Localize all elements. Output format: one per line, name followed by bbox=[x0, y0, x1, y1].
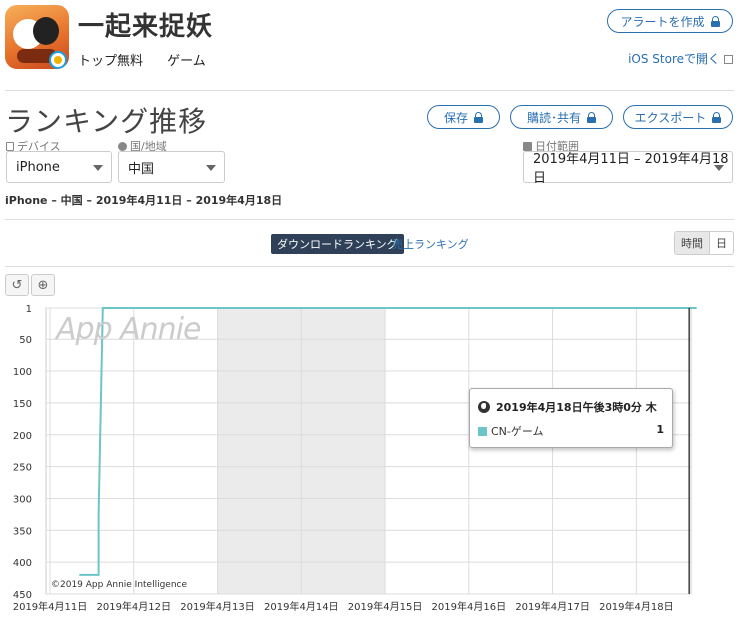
x-tick-label: 2019年4月11日 bbox=[13, 600, 88, 613]
subscribe-share-button[interactable]: 購読･共有 bbox=[510, 105, 613, 129]
x-tick-label: 2019年4月13日 bbox=[180, 600, 255, 613]
y-tick-label: 150 bbox=[13, 399, 32, 410]
app-icon bbox=[5, 5, 69, 69]
watermark: App Annie bbox=[56, 312, 201, 347]
x-tick-label: 2019年4月18日 bbox=[599, 600, 674, 613]
series-swatch bbox=[478, 426, 487, 436]
device-select[interactable]: iPhone bbox=[6, 151, 112, 183]
section-title: ランキング推移 bbox=[5, 105, 208, 138]
x-tick-label: 2019年4月14日 bbox=[264, 600, 339, 613]
device-icon bbox=[6, 141, 14, 151]
granularity-hour-button[interactable]: 時間 bbox=[675, 232, 710, 254]
y-tick-label: 400 bbox=[13, 558, 32, 569]
granularity-toggle: 時間 日 bbox=[674, 231, 734, 255]
filter-summary: iPhone – 中国 – 2019年4月11日 – 2019年4月18日 bbox=[5, 194, 283, 207]
lock-icon bbox=[712, 111, 722, 123]
save-button[interactable]: 保存 bbox=[427, 105, 500, 129]
y-tick-label: 350 bbox=[13, 526, 32, 537]
divider bbox=[5, 219, 734, 220]
lock-icon bbox=[587, 111, 596, 123]
divider bbox=[5, 266, 734, 267]
x-tick-label: 2019年4月12日 bbox=[96, 600, 171, 613]
date-range-select[interactable]: 2019年4月11日 – 2019年4月18日 bbox=[523, 151, 733, 186]
y-tick-label: 200 bbox=[13, 431, 32, 442]
ios-store-link[interactable]: iOS Storeで開く bbox=[628, 50, 733, 67]
download-ranking-toggle[interactable]: ダウンロードランキング bbox=[271, 234, 404, 254]
calendar-icon bbox=[523, 141, 532, 151]
app-meta: トップ無料 ゲーム bbox=[78, 50, 226, 69]
granularity-day-button[interactable]: 日 bbox=[710, 232, 733, 254]
y-tick-label: 100 bbox=[13, 367, 32, 378]
y-tick-label: 250 bbox=[13, 463, 32, 474]
country-select[interactable]: 中国 bbox=[118, 151, 225, 183]
zoom-in-button[interactable]: ⊕ bbox=[31, 274, 55, 296]
y-tick-label: 300 bbox=[13, 494, 32, 505]
app-title: 一起来捉妖 bbox=[78, 12, 214, 42]
divider bbox=[5, 90, 734, 91]
sales-ranking-toggle[interactable]: 売上ランキング bbox=[392, 236, 469, 252]
tooltip-series: CN-ゲーム bbox=[478, 423, 544, 439]
lock-icon bbox=[710, 15, 720, 27]
x-tick-label: 2019年4月15日 bbox=[348, 600, 423, 613]
rank-type: トップ無料 bbox=[78, 54, 144, 69]
external-link-icon bbox=[724, 55, 733, 64]
chevron-down-icon bbox=[93, 165, 103, 171]
export-button[interactable]: エクスポート bbox=[623, 105, 733, 129]
x-tick-label: 2019年4月16日 bbox=[432, 600, 507, 613]
tooltip-title: 2019年4月18日午後3時0分 木 bbox=[478, 399, 657, 415]
zoom-icon: ⊕ bbox=[37, 277, 49, 293]
chevron-down-icon bbox=[206, 165, 216, 171]
tooltip-value: 1 bbox=[656, 423, 664, 436]
copyright: ©2019 App Annie Intelligence bbox=[51, 580, 188, 590]
undo-icon: ↺ bbox=[11, 277, 23, 293]
create-alert-button[interactable]: アラートを作成 bbox=[607, 9, 733, 33]
chart-tooltip: 2019年4月18日午後3時0分 木 CN-ゲーム 1 bbox=[469, 388, 673, 448]
y-tick-label: 450 bbox=[13, 590, 32, 601]
globe-icon bbox=[478, 401, 490, 413]
x-tick-label: 2019年4月17日 bbox=[515, 600, 590, 613]
lock-icon bbox=[474, 111, 483, 123]
reset-zoom-button[interactable]: ↺ bbox=[5, 274, 29, 296]
app-category: ゲーム bbox=[167, 54, 206, 69]
y-tick-label: 1 bbox=[26, 304, 32, 315]
y-tick-label: 50 bbox=[19, 335, 32, 346]
chevron-down-icon bbox=[714, 165, 724, 171]
publisher-badge-icon bbox=[49, 51, 67, 69]
globe-icon bbox=[118, 141, 127, 151]
